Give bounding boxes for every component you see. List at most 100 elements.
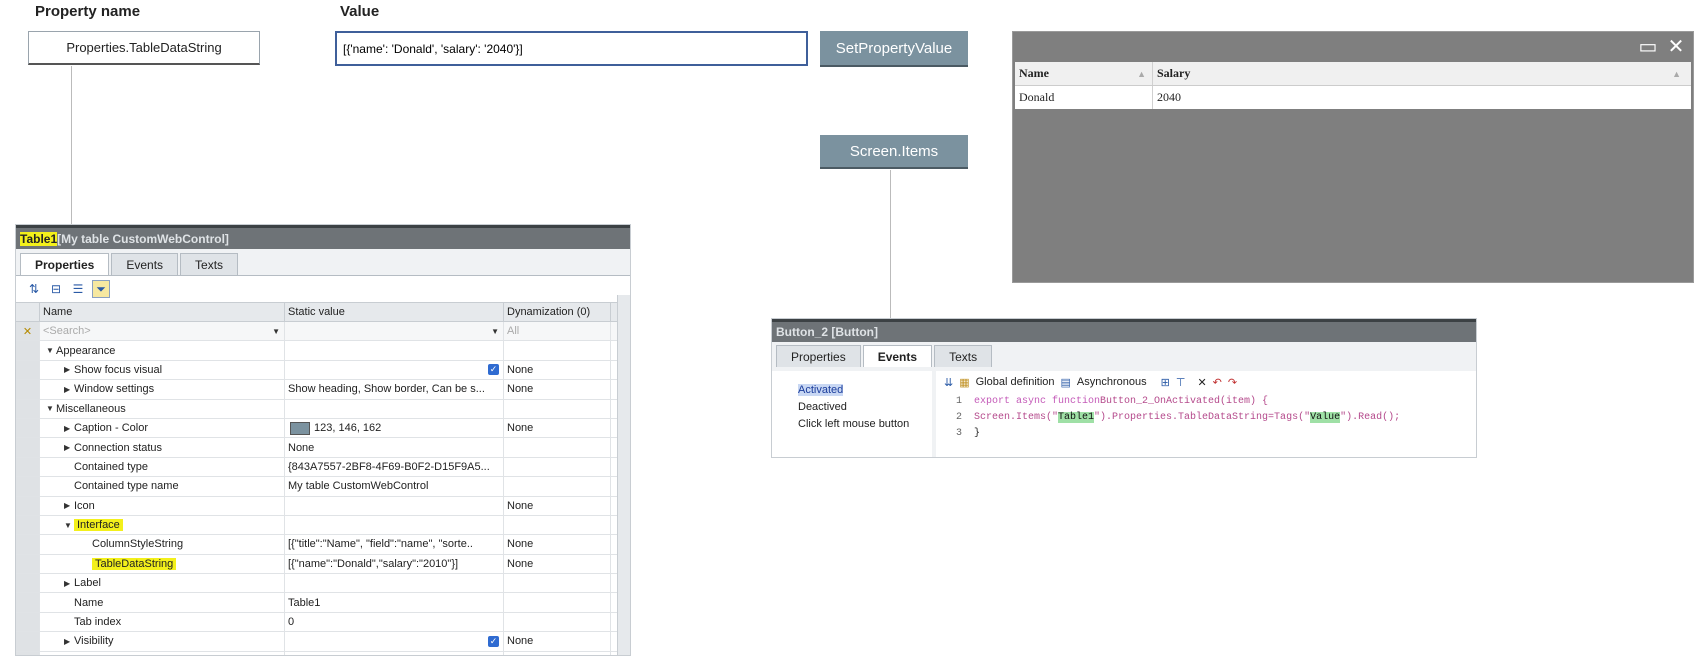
property-static-value[interactable] [285, 341, 504, 360]
property-dynamization[interactable] [504, 515, 611, 535]
checkbox-checked-icon[interactable]: ✓ [488, 364, 499, 376]
collapsed-icon[interactable]: ▶ [64, 443, 74, 452]
collapsed-icon[interactable]: ▶ [64, 385, 74, 394]
property-static-value[interactable]: [{"title":"Name", "field":"name", "sorte… [285, 535, 504, 554]
async-icon[interactable]: ▤ [1061, 376, 1071, 389]
expanded-icon[interactable]: ▼ [46, 346, 56, 355]
property-row[interactable]: ColumnStyleString [{"title":"Name", "fiel… [16, 535, 630, 555]
property-static-value[interactable]: ✓ [285, 360, 504, 380]
grid-icon[interactable]: ⊞ [1161, 376, 1170, 389]
property-row[interactable]: Contained type {843A7557-2BF8-4F69-B0F2-D… [16, 457, 630, 478]
property-row[interactable]: ▼ Appearance [16, 341, 630, 361]
property-dynamization[interactable]: None [504, 360, 611, 380]
delete-icon[interactable]: ✕ [1197, 376, 1206, 389]
property-dynamization[interactable]: None [504, 380, 611, 399]
close-icon[interactable]: ✕ [1665, 36, 1687, 58]
property-static-value[interactable] [285, 399, 504, 418]
filter-icon[interactable]: ⏷ [92, 280, 110, 298]
property-static-value[interactable]: None [285, 438, 504, 457]
event-item-deactived[interactable]: Deactived [772, 398, 932, 415]
property-dynamization[interactable] [504, 612, 611, 632]
property-static-value[interactable] [285, 515, 504, 535]
convert-icon[interactable]: ⇊ [944, 376, 953, 389]
property-row[interactable]: ▶ Show focus visual ✓ None [16, 360, 630, 381]
property-row[interactable]: ▼Security [16, 651, 630, 655]
tab-events[interactable]: Events [862, 345, 933, 367]
property-dynamization[interactable] [504, 341, 611, 360]
property-static-value[interactable]: Table1 [285, 593, 504, 612]
event-item-click-left[interactable]: Click left mouse button [772, 415, 932, 432]
collapsed-icon[interactable]: ▶ [64, 424, 74, 433]
clear-filter-icon[interactable]: ✕ [16, 322, 40, 341]
tab-texts[interactable]: Texts [934, 345, 993, 367]
tab-properties[interactable]: Properties [20, 253, 110, 275]
property-row[interactable]: ▶ Window settings Show heading, Show borde… [16, 380, 630, 400]
global-definition-label[interactable]: Global definition [976, 376, 1055, 388]
event-item-activated[interactable]: Activated [772, 381, 932, 398]
property-dynamization[interactable] [504, 457, 611, 477]
property-static-value[interactable] [285, 574, 504, 593]
property-row[interactable]: ▼ Interface [16, 515, 630, 536]
property-static-value[interactable] [285, 496, 504, 515]
screen-items-button[interactable]: Screen.Items [820, 135, 968, 169]
property-row[interactable]: ▶ Icon None [16, 496, 630, 516]
set-property-value-button[interactable]: SetPropertyValue [820, 31, 968, 67]
value-filter[interactable]: ▼ [285, 322, 504, 341]
collapsed-icon[interactable]: ▶ [64, 579, 74, 588]
property-dynamization[interactable]: None [504, 418, 611, 438]
collapsed-icon[interactable]: ▶ [64, 365, 74, 374]
property-dynamization[interactable]: None [504, 554, 611, 574]
property-dynamization[interactable] [504, 574, 611, 593]
property-dynamization[interactable]: None [504, 632, 611, 651]
property-row[interactable]: Contained type name My table CustomWebCon… [16, 477, 630, 497]
property-static-value[interactable]: My table CustomWebControl [285, 477, 504, 496]
property-row[interactable]: ▶ Connection status None [16, 438, 630, 458]
undo-icon[interactable]: ↶ [1213, 376, 1222, 389]
expanded-icon[interactable]: ▼ [46, 404, 56, 413]
property-static-value[interactable]: {843A7557-2BF8-4F69-B0F2-D15F9A5... [285, 457, 504, 477]
property-row[interactable]: TableDataString [{"name":"Donald","salary… [16, 554, 630, 575]
column-header-salary[interactable]: Salary ▲ [1153, 62, 1691, 85]
property-dynamization[interactable]: None [504, 535, 611, 554]
property-dynamization[interactable] [504, 438, 611, 457]
format-icon[interactable]: ⊤ [1176, 376, 1186, 389]
property-name-field[interactable]: Properties.TableDataString [28, 31, 260, 65]
property-dynamization[interactable] [504, 651, 611, 655]
sort-icon[interactable]: ⇅ [26, 281, 42, 297]
category-icon[interactable]: ⊟ [48, 281, 64, 297]
collapsed-icon[interactable]: ▶ [64, 501, 74, 510]
property-static-value[interactable] [285, 651, 504, 655]
property-row[interactable]: ▶ Caption - Color 123, 146, 162 None [16, 418, 630, 439]
property-static-value[interactable]: [{"name":"Donald","salary":"2010"}] [285, 554, 504, 574]
tab-texts[interactable]: Texts [180, 253, 239, 275]
property-row[interactable]: ▶ Label [16, 574, 630, 594]
property-static-value[interactable]: 0 [285, 612, 504, 632]
table-row[interactable]: Donald 2040 [1015, 86, 1691, 109]
expanded-icon[interactable]: ▼ [64, 521, 74, 530]
property-dynamization[interactable] [504, 477, 611, 496]
property-dynamization[interactable]: None [504, 496, 611, 515]
property-row[interactable]: Name Table1 [16, 593, 630, 613]
checkbox-checked-icon[interactable]: ✓ [488, 635, 499, 647]
property-row[interactable]: Tab index 0 [16, 612, 630, 633]
maximize-icon[interactable]: ▭ [1637, 36, 1659, 58]
property-row[interactable]: ▶ Visibility ✓ None [16, 632, 630, 652]
scrollbar[interactable] [617, 295, 630, 655]
property-static-value[interactable]: ✓ [285, 632, 504, 651]
value-input[interactable] [335, 31, 808, 66]
property-static-value[interactable]: 123, 146, 162 [285, 418, 504, 438]
property-static-value[interactable]: Show heading, Show border, Can be s... [285, 380, 504, 399]
property-row[interactable]: ▼ Miscellaneous [16, 399, 630, 419]
column-header-name[interactable]: Name ▲ [1015, 62, 1153, 85]
property-dynamization[interactable] [504, 593, 611, 612]
list-icon[interactable]: ☰ [70, 281, 86, 297]
redo-icon[interactable]: ↷ [1228, 376, 1237, 389]
dyn-filter[interactable]: All [504, 322, 611, 341]
tab-properties[interactable]: Properties [776, 345, 861, 367]
async-label[interactable]: Asynchronous [1077, 376, 1147, 388]
code-editor[interactable]: ⇊ ▦ Global definition ▤ Asynchronous ⊞ ⊤… [936, 371, 1476, 457]
tab-events[interactable]: Events [111, 253, 179, 275]
collapsed-icon[interactable]: ▶ [64, 637, 74, 646]
global-definition-icon[interactable]: ▦ [959, 376, 969, 389]
property-dynamization[interactable] [504, 399, 611, 418]
